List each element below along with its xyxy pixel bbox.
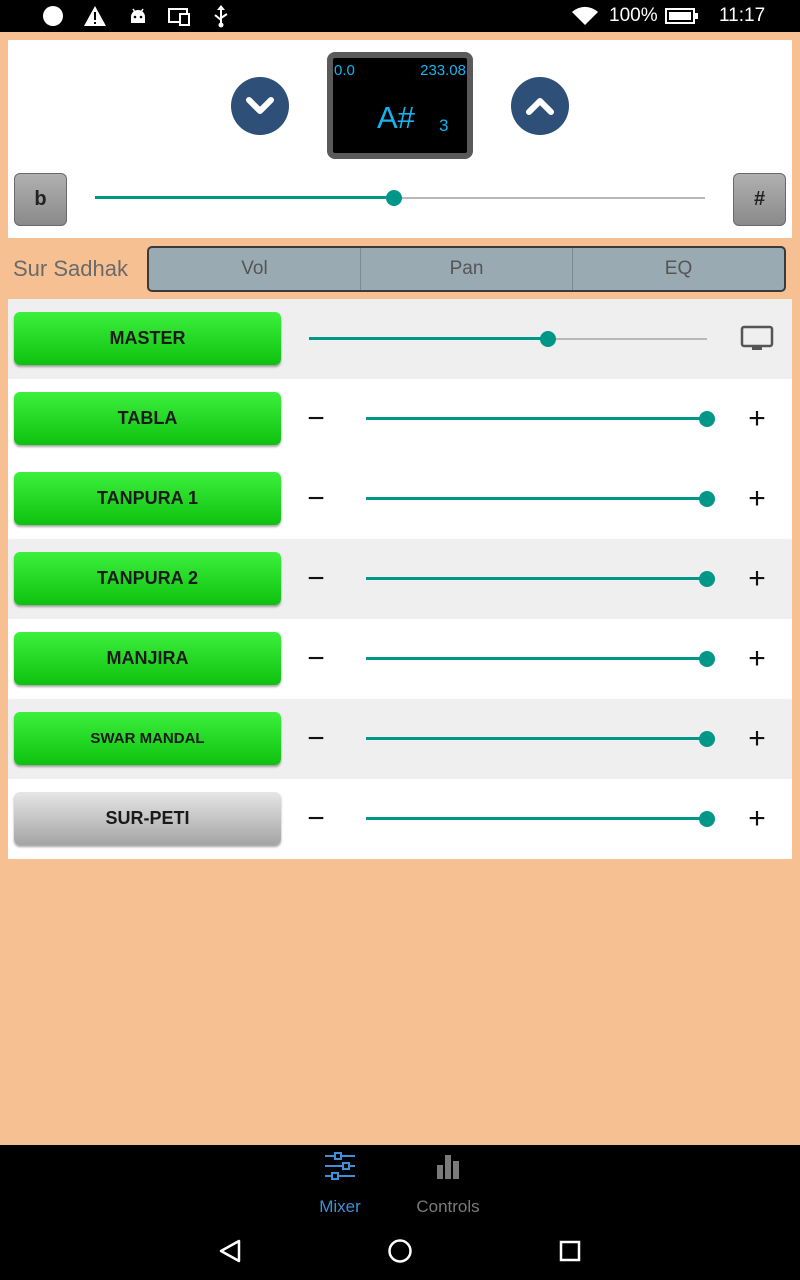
battery-icon: [665, 4, 699, 28]
bottom-navigation: Mixer Controls: [0, 1145, 800, 1280]
recents-icon[interactable]: [550, 1231, 590, 1271]
tuner-display: 0.0 233.08 A# 3: [327, 52, 473, 159]
channel-button-manjira[interactable]: MANJIRA: [14, 632, 281, 685]
mixer-row-tanpura-1: TANPURA 1 − +: [8, 459, 792, 539]
slider-fill: [309, 337, 548, 340]
channel-volume-slider[interactable]: [366, 809, 715, 829]
mixer-row-sur-peti: SUR-PETI − +: [8, 779, 792, 859]
slider-thumb[interactable]: [539, 331, 556, 347]
channel-volume-slider[interactable]: [366, 409, 715, 429]
sharp-button[interactable]: #: [733, 173, 786, 226]
back-icon[interactable]: [210, 1231, 250, 1271]
slider-thumb[interactable]: [699, 411, 715, 427]
tab-eq[interactable]: EQ: [572, 248, 784, 290]
nav-tab-controls[interactable]: Controls: [398, 1145, 498, 1225]
plus-icon[interactable]: +: [741, 563, 773, 595]
nav-tab-label: Mixer: [319, 1197, 361, 1216]
cents-readout: 0.0: [334, 62, 355, 79]
cast-icon: [167, 4, 191, 28]
mode-tabs: Vol Pan EQ: [147, 246, 786, 292]
battery-percent: 100%: [609, 5, 658, 26]
slider-fill: [366, 817, 707, 820]
pitch-up-button[interactable]: [511, 77, 569, 135]
slider-fill: [366, 737, 707, 740]
mixer-list: MASTER TABLA − + TANPURA 1 − + TANPURA 2: [8, 299, 792, 859]
channel-button-sur-peti[interactable]: SUR-PETI: [14, 792, 281, 845]
slider-thumb[interactable]: [699, 571, 715, 587]
minus-icon[interactable]: −: [300, 403, 332, 435]
minus-icon[interactable]: −: [300, 563, 332, 595]
fine-tune-slider[interactable]: [95, 188, 705, 208]
slider-fill: [366, 497, 707, 500]
wifi-icon: [571, 4, 599, 28]
plus-icon[interactable]: +: [741, 643, 773, 675]
sliders-icon: [325, 1152, 355, 1180]
slider-fill: [366, 657, 707, 660]
slider-thumb[interactable]: [699, 651, 715, 667]
master-button[interactable]: MASTER: [14, 312, 281, 365]
mixer-row-tanpura-2: TANPURA 2 − +: [8, 539, 792, 619]
minus-icon[interactable]: −: [300, 483, 332, 515]
slider-fill: [366, 417, 707, 420]
note-readout: A#: [377, 100, 415, 135]
plus-icon[interactable]: +: [741, 723, 773, 755]
minus-icon[interactable]: −: [300, 803, 332, 835]
channel-volume-slider[interactable]: [366, 649, 715, 669]
plus-icon[interactable]: +: [741, 403, 773, 435]
bar-chart-icon: [437, 1155, 459, 1179]
channel-button-tanpura-1[interactable]: TANPURA 1: [14, 472, 281, 525]
slider-fill: [95, 196, 394, 199]
channel-volume-slider[interactable]: [366, 489, 715, 509]
channel-volume-slider[interactable]: [366, 569, 715, 589]
slider-thumb[interactable]: [699, 491, 715, 507]
home-icon[interactable]: [380, 1231, 420, 1271]
tab-vol[interactable]: Vol: [149, 248, 360, 290]
circle-icon: [42, 4, 64, 28]
app-title: Sur Sadhak: [13, 256, 128, 281]
minus-icon[interactable]: −: [300, 723, 332, 755]
plus-icon[interactable]: +: [741, 803, 773, 835]
channel-volume-slider[interactable]: [366, 729, 715, 749]
pitch-down-button[interactable]: [231, 77, 289, 135]
channel-button-swar-mandal[interactable]: SWAR MANDAL: [14, 712, 281, 765]
clock: 11:17: [719, 5, 766, 26]
channel-button-tanpura-2[interactable]: TANPURA 2: [14, 552, 281, 605]
usb-icon: [211, 4, 231, 28]
mixer-row-tabla: TABLA − +: [8, 379, 792, 459]
monitor-icon[interactable]: [740, 325, 774, 353]
slider-fill: [366, 577, 707, 580]
slider-thumb[interactable]: [699, 811, 715, 827]
status-bar: 100% 11:17: [0, 0, 800, 32]
warning-icon: [83, 4, 107, 28]
slider-thumb[interactable]: [385, 190, 402, 206]
mixer-row-swar-mandal: SWAR MANDAL − +: [8, 699, 792, 779]
nav-tab-label: Controls: [416, 1197, 480, 1216]
flat-button[interactable]: b: [14, 173, 67, 226]
android-icon: [127, 4, 149, 28]
minus-icon[interactable]: −: [300, 643, 332, 675]
master-volume-slider[interactable]: [309, 329, 707, 349]
chevron-down-icon: [246, 97, 274, 114]
octave-readout: 3: [439, 116, 449, 135]
chevron-up-icon: [526, 98, 554, 115]
plus-icon[interactable]: +: [741, 483, 773, 515]
frequency-readout: 233.08: [420, 62, 466, 79]
tab-pan[interactable]: Pan: [360, 248, 572, 290]
tuner-panel: 0.0 233.08 A# 3 b #: [8, 40, 792, 238]
mixer-row-manjira: MANJIRA − +: [8, 619, 792, 699]
mixer-row-master: MASTER: [8, 299, 792, 379]
slider-thumb[interactable]: [699, 731, 715, 747]
nav-tab-mixer[interactable]: Mixer: [290, 1145, 390, 1225]
channel-button-tabla[interactable]: TABLA: [14, 392, 281, 445]
